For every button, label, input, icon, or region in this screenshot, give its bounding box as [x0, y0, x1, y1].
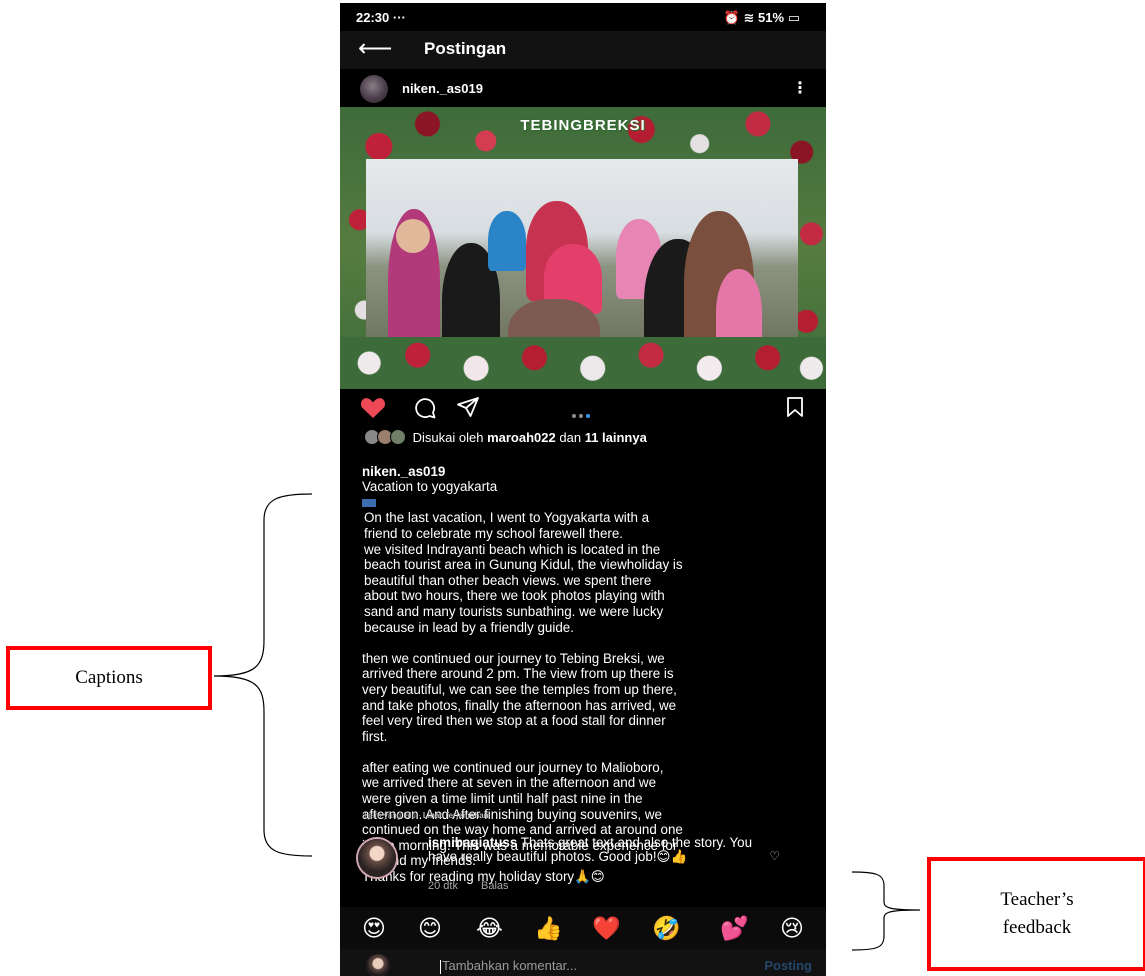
post-meta: 3 jam yang lalu · Lihat Terjemahan — [362, 811, 489, 820]
wifi-icon: ≋ — [743, 10, 755, 25]
comment-body: ismibaqiatuss Thats great text and also … — [428, 835, 764, 864]
likes-prefix: Disukai oleh — [412, 429, 484, 445]
caption-paragraph-1: On the last vacation, I went to Yogyakar… — [364, 510, 683, 635]
like-heart-icon[interactable] — [360, 397, 386, 419]
emoji-smile-icon[interactable]: 😊 — [418, 915, 442, 941]
captions-bracket — [213, 493, 313, 857]
emoji-crying-icon[interactable]: 😢 — [780, 915, 804, 941]
flower-frame-bottom — [340, 337, 826, 389]
comment-item: ismibaqiatuss Thats great text and also … — [340, 835, 826, 895]
feedback-bracket — [851, 871, 921, 951]
emoji-heart-eyes-icon[interactable]: 😍 — [362, 915, 386, 941]
back-arrow-icon[interactable]: ⟵ — [358, 35, 392, 63]
share-icon[interactable] — [456, 396, 480, 418]
comment-input-placeholder: Tambahkan komentar... — [442, 958, 578, 973]
battery-icon: ▭ — [787, 10, 800, 25]
flag-icon — [362, 499, 376, 508]
commenter-avatar[interactable] — [358, 839, 396, 877]
status-bar: 22:30 ··· ⏰ ≋ 51% ▭ — [340, 3, 826, 31]
comment-input-bar: Tambahkan komentar... Posting — [340, 949, 826, 976]
captions-annotation: Captions — [6, 646, 212, 710]
photo-banner: TEBINGBREKSI — [520, 117, 646, 134]
author-avatar[interactable] — [360, 75, 388, 103]
emoji-joy-icon[interactable]: 😂 — [476, 915, 503, 941]
comment-input[interactable]: Tambahkan komentar... — [440, 958, 577, 974]
emoji-thumbs-up-icon[interactable]: 👍 — [534, 915, 563, 941]
liked-others-count[interactable]: 11 lainnya — [585, 430, 647, 445]
likes-and: dan — [559, 429, 582, 445]
save-bookmark-icon[interactable] — [786, 396, 804, 418]
commenter-username[interactable]: ismibaqiatuss — [428, 835, 517, 850]
likes-summary[interactable]: Disukai oleh maroah022 dan 11 lainnya — [364, 429, 647, 448]
current-user-avatar — [366, 954, 390, 976]
carousel-indicator — [572, 405, 593, 423]
feedback-label-line1: Teacher’s — [1000, 889, 1074, 910]
liker-avatars — [364, 429, 406, 448]
app-bar: ⟵ Postingan — [340, 31, 826, 69]
post-comment-button[interactable]: Posting — [764, 958, 812, 973]
reply-button[interactable]: Balas — [481, 880, 509, 892]
translate-link[interactable]: Lihat Terjemahan — [423, 811, 489, 820]
caption-paragraph-2: then we continued our journey to Tebing … — [362, 650, 677, 744]
emoji-two-hearts-icon[interactable]: 💕 — [720, 915, 749, 941]
caption-username[interactable]: niken._as019 — [362, 464, 445, 479]
post-actions — [340, 391, 826, 425]
post-header: niken._as019 ⋮ — [340, 71, 826, 107]
comment-meta: 20 dtk Balas — [428, 880, 529, 892]
battery-indicator: ⏰ ≋ 51% ▭ — [724, 10, 800, 26]
comment-time: 20 dtk — [428, 880, 458, 892]
post-photo[interactable]: TEBINGBREKSI — [340, 107, 826, 389]
battery-percent: 51% — [758, 10, 785, 25]
caption-title: Vacation to yogyakarta — [362, 479, 498, 495]
feedback-label-line2: feedback — [1002, 917, 1072, 938]
phone-screen: 22:30 ··· ⏰ ≋ 51% ▭ ⟵ Postingan niken._a… — [340, 3, 826, 976]
comment-icon[interactable] — [414, 397, 436, 419]
page-title: Postingan — [424, 39, 507, 58]
photo-scene — [366, 159, 798, 354]
emoji-quick-bar: 😍 😊 😂 👍 ❤️ 🤣 💕 😢 — [340, 907, 826, 949]
alarm-icon: ⏰ — [723, 10, 740, 25]
teacher-feedback-annotation: Teacher’s feedback — [927, 857, 1145, 971]
captions-label: Captions — [75, 667, 143, 688]
liked-by-user[interactable]: maroah022 — [487, 430, 556, 445]
status-time: 22:30 ··· — [356, 10, 406, 25]
more-options-icon[interactable]: ⋮ — [792, 78, 808, 98]
emoji-red-heart-icon[interactable]: ❤️ — [592, 915, 621, 941]
emoji-rofl-icon[interactable]: 🤣 — [652, 915, 681, 941]
post-time: 3 jam yang lalu — [362, 811, 416, 820]
author-username[interactable]: niken._as019 — [402, 81, 483, 96]
comment-like-heart-icon[interactable]: ♡ — [769, 849, 780, 863]
